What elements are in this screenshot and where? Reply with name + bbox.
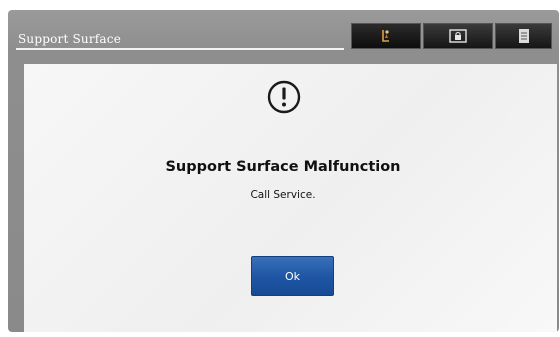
tab-bed-person[interactable] — [351, 23, 421, 49]
tab-lock-screen[interactable] — [423, 23, 493, 49]
title-bar: Support Surface — [8, 10, 559, 58]
dialog-title: Support Surface — [18, 32, 122, 46]
exclamation-circle-icon — [267, 80, 301, 114]
ok-button[interactable]: Ok — [251, 256, 334, 296]
lock-screen-icon — [449, 29, 467, 43]
bed-person-icon — [382, 30, 389, 42]
title-underline — [16, 48, 344, 50]
notepad-icon — [518, 29, 529, 43]
tab-notepad[interactable] — [495, 23, 552, 49]
alert-heading: Support Surface Malfunction — [165, 159, 401, 175]
alert-message: Call Service. — [250, 189, 316, 201]
